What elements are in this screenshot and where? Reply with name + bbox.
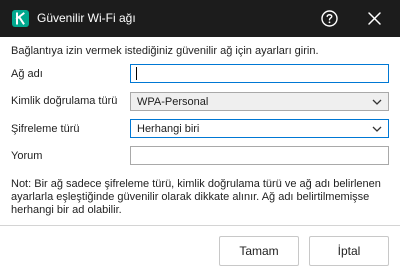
encryption-type-value: Herhangi biri — [137, 123, 200, 135]
ok-button[interactable]: Tamam — [219, 236, 299, 266]
chevron-down-icon — [372, 125, 382, 133]
auth-type-select[interactable]: WPA-Personal — [130, 92, 389, 111]
encryption-type-label: Şifreleme türü — [11, 123, 80, 135]
note-text: Not: Bir ağ sadece şifreleme türü, kimli… — [11, 178, 381, 216]
text-caret — [136, 67, 137, 80]
comment-label: Yorum — [11, 150, 43, 162]
close-icon[interactable] — [366, 10, 383, 27]
network-name-label: Ağ adı — [11, 68, 43, 80]
network-name-input[interactable] — [130, 64, 389, 83]
trusted-wifi-dialog: Güvenilir Wi-Fi ağı Bağlantıya izin verm… — [0, 0, 400, 278]
auth-type-value: WPA-Personal — [137, 96, 209, 108]
cancel-button[interactable]: İptal — [309, 236, 389, 266]
intro-text: Bağlantıya izin vermek istediğiniz güven… — [11, 45, 319, 57]
auth-type-label: Kimlik doğrulama türü — [11, 95, 118, 107]
title-bar: Güvenilir Wi-Fi ağı — [0, 0, 400, 37]
help-icon[interactable] — [320, 9, 339, 28]
kaspersky-logo-icon — [12, 10, 29, 27]
encryption-type-select[interactable]: Herhangi biri — [130, 119, 389, 138]
comment-input[interactable] — [130, 146, 389, 165]
chevron-down-icon — [372, 98, 382, 106]
window-title: Güvenilir Wi-Fi ağı — [37, 11, 136, 25]
